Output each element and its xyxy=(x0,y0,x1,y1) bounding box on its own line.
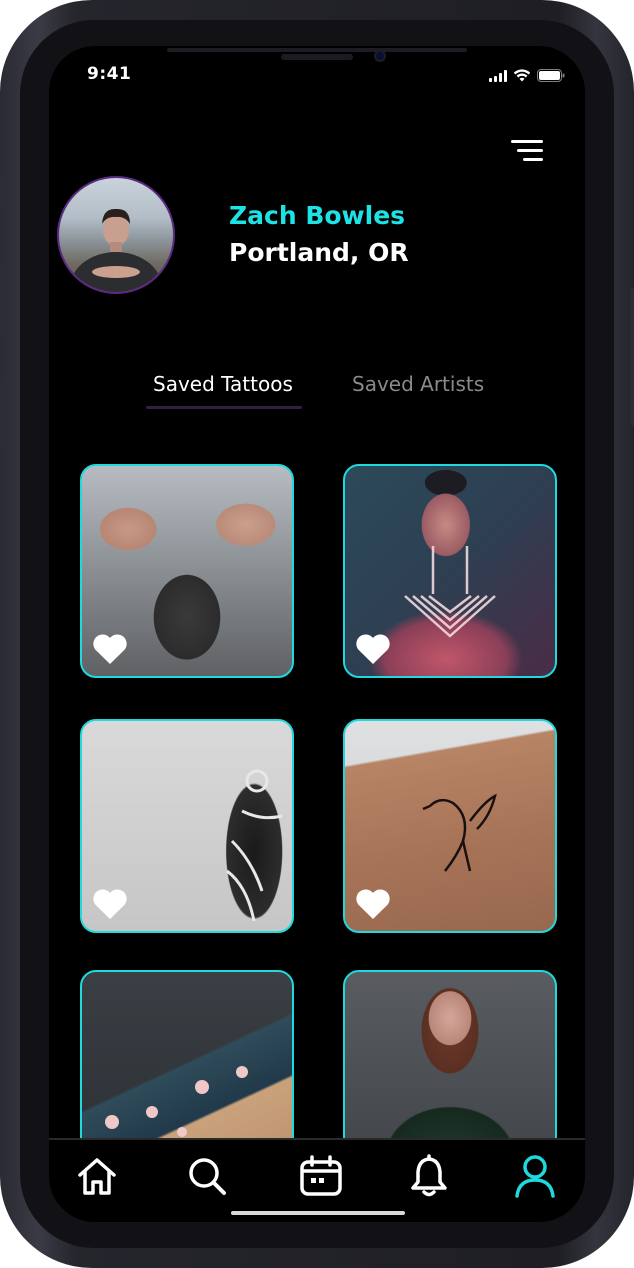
saved-tattoo-card[interactable] xyxy=(80,719,294,933)
volume-down-button xyxy=(0,370,4,452)
wifi-icon xyxy=(513,69,531,82)
mute-switch xyxy=(0,168,4,216)
speaker-grille xyxy=(281,54,353,60)
status-icons xyxy=(489,68,565,82)
tab-saved-tattoos[interactable]: Saved Tattoos xyxy=(153,372,293,396)
saved-tattoo-card[interactable] xyxy=(343,719,557,933)
signal-icon xyxy=(489,70,507,82)
search-icon[interactable] xyxy=(185,1154,229,1198)
bell-icon[interactable] xyxy=(407,1154,451,1198)
user-icon[interactable] xyxy=(513,1154,557,1198)
phone-frame: 9:41 Zach Bowles Portland, OR Saved Tatt… xyxy=(0,0,634,1268)
active-tab-indicator xyxy=(146,406,302,409)
bottom-nav xyxy=(49,1138,585,1222)
avatar[interactable] xyxy=(57,176,175,294)
home-icon[interactable] xyxy=(75,1154,119,1198)
tab-saved-artists[interactable]: Saved Artists xyxy=(352,372,484,396)
battery-icon xyxy=(537,69,565,82)
saved-tattoo-card[interactable] xyxy=(343,464,557,678)
notch xyxy=(167,48,467,52)
calendar-icon[interactable] xyxy=(299,1154,343,1198)
app-screen: 9:41 Zach Bowles Portland, OR Saved Tatt… xyxy=(49,46,585,1222)
status-time: 9:41 xyxy=(87,64,132,84)
heart-icon[interactable] xyxy=(355,887,391,921)
volume-up-button xyxy=(0,260,4,342)
profile-name: Zach Bowles xyxy=(229,201,406,230)
menu-icon[interactable] xyxy=(507,138,543,164)
heart-icon[interactable] xyxy=(92,887,128,921)
avatar-photo xyxy=(70,208,162,292)
saved-tattoo-card[interactable] xyxy=(80,464,294,678)
heart-icon[interactable] xyxy=(92,632,128,666)
heart-icon[interactable] xyxy=(355,632,391,666)
profile-location: Portland, OR xyxy=(229,238,409,267)
home-indicator xyxy=(231,1211,405,1215)
front-camera xyxy=(374,50,386,62)
power-button xyxy=(630,288,634,426)
